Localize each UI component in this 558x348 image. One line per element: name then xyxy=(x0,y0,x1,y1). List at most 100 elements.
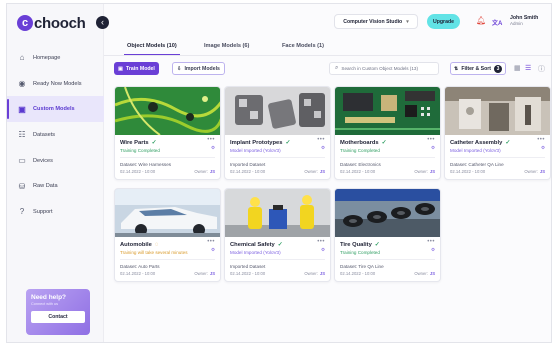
dataset-label: Dataset: Catheter QA Line xyxy=(450,162,504,167)
train-model-label: Train Model xyxy=(126,65,155,72)
check-icon: ✓ xyxy=(277,242,283,248)
sidebar: c chooch ⌂ Homepage ◉ Ready Now Models ▣ Cust… xyxy=(7,4,104,342)
more-options-icon[interactable]: ••• xyxy=(207,137,215,143)
filter-sort-label: Filter & Sort xyxy=(461,65,492,72)
model-type-icon: ⚙ xyxy=(430,247,435,252)
check-icon: ✓ xyxy=(381,140,387,146)
workspace-label: Computer Vision Studio xyxy=(343,18,403,25)
grid-view-icon[interactable]: ▦ xyxy=(514,64,521,72)
model-card[interactable]: Tire Quality ✓ Training Completed ••• ⚙ Datas… xyxy=(334,188,441,282)
sidebar-item-custom-models[interactable]: ▣ Custom Models xyxy=(7,96,104,123)
model-card[interactable]: Chemical Safety ✓ Model Imported (YoloV3) •… xyxy=(224,188,331,282)
dataset-icon: ☷ xyxy=(18,130,26,140)
check-icon: ✓ xyxy=(374,242,380,248)
help-icon: ? xyxy=(19,207,25,217)
collapse-sidebar-icon[interactable]: ‹ xyxy=(96,16,109,29)
model-status: Training Completed xyxy=(340,250,380,255)
sidebar-item-ready-now-models[interactable]: ◉ Ready Now Models xyxy=(7,71,104,97)
help-title: Need help? xyxy=(31,294,67,301)
chevron-down-icon: ▾ xyxy=(406,18,409,25)
model-status: Training will take several minutes xyxy=(120,250,188,255)
tab-object-models[interactable]: Object Models (10) xyxy=(124,43,180,55)
model-card[interactable]: Implant Prototypes ✓ Model Imported (YoloV… xyxy=(224,86,331,180)
owner-avatar: JS xyxy=(319,271,325,276)
owner-label: Owner: xyxy=(194,271,208,276)
model-status: Model Imported (YoloV3) xyxy=(230,250,281,255)
eye-icon: ◉ xyxy=(18,79,26,89)
workspace-selector[interactable]: Computer Vision Studio ▾ xyxy=(334,14,418,29)
model-thumbnail xyxy=(445,87,550,135)
owner-field: Owner: JS xyxy=(524,169,545,174)
owner-avatar: JS xyxy=(429,169,435,174)
more-options-icon[interactable]: ••• xyxy=(207,239,215,245)
dataset-label: Imported Dataset xyxy=(230,162,266,167)
language-icon[interactable]: 文A xyxy=(492,18,502,27)
owner-label: Owner: xyxy=(524,169,538,174)
bell-icon[interactable]: 🔔︎ xyxy=(476,16,486,25)
more-options-icon[interactable]: ••• xyxy=(317,137,325,143)
model-card[interactable]: Catheter Assembly ✓ Model Imported (YoloV3… xyxy=(444,86,551,180)
user-role: Admin xyxy=(510,21,523,26)
sidebar-item-raw-data[interactable]: ⛁ Raw Data xyxy=(7,173,104,199)
model-card[interactable]: Wire Parts ✓ Training Completed ••• ⚙ Dataset… xyxy=(114,86,221,180)
owner-label: Owner: xyxy=(194,169,208,174)
filter-sort-button[interactable]: ⇅ Filter & Sort 3 xyxy=(450,62,506,75)
sidebar-item-datasets[interactable]: ☷ Datasets xyxy=(7,122,104,148)
sidebar-item-label: Raw Data xyxy=(33,183,58,190)
contact-button[interactable]: Contact xyxy=(31,311,85,323)
model-type-icon: ⚙ xyxy=(430,145,435,150)
dataset-label: Imported Dataset xyxy=(230,264,266,269)
search-input[interactable]: ⌕ Search in Custom Object Models (13) xyxy=(329,62,439,75)
search-icon: ⌕ xyxy=(335,65,339,71)
owner-label: Owner: xyxy=(414,271,428,276)
tab-image-models[interactable]: Image Models (6) xyxy=(204,43,249,49)
logo-text: chooch xyxy=(34,14,86,32)
model-tabs: Object Models (10) Image Models (6) Face… xyxy=(104,40,551,56)
model-type-icon: ⚙ xyxy=(320,247,325,252)
more-options-icon[interactable]: ••• xyxy=(317,239,325,245)
sidebar-item-support[interactable]: ? Support xyxy=(7,199,104,225)
owner-field: Owner: JS xyxy=(194,169,215,174)
logo[interactable]: c chooch xyxy=(17,13,86,33)
check-icon: ✓ xyxy=(151,140,157,146)
more-options-icon[interactable]: ••• xyxy=(427,137,435,143)
model-thumbnail xyxy=(335,87,440,135)
info-icon[interactable]: ⓘ xyxy=(538,64,545,74)
upgrade-button[interactable]: Upgrade xyxy=(427,14,460,29)
sidebar-item-label: Ready Now Models xyxy=(33,80,82,87)
sidebar-item-homepage[interactable]: ⌂ Homepage xyxy=(7,45,104,71)
model-name: Implant Prototypes xyxy=(230,139,283,146)
model-type-icon: ⚙ xyxy=(320,145,325,150)
train-model-button[interactable]: ▣ Train Model xyxy=(114,62,159,75)
sidebar-item-label: Devices xyxy=(33,157,53,164)
model-card[interactable]: Motherboards ✓ Training Completed ••• ⚙ Datas… xyxy=(334,86,441,180)
app-window: c chooch ⌂ Homepage ◉ Ready Now Models ▣ Cust… xyxy=(6,3,552,343)
model-date: 02.14.2022 - 10:00 xyxy=(450,169,486,174)
sidebar-item-label: Homepage xyxy=(33,54,61,61)
more-options-icon[interactable]: ••• xyxy=(537,137,545,143)
owner-field: Owner: JS xyxy=(194,271,215,276)
import-models-button[interactable]: ⇩ Import Models xyxy=(172,62,225,75)
check-icon: ✓ xyxy=(505,140,511,146)
list-view-icon[interactable]: ☰ xyxy=(525,64,531,72)
model-status: Training Completed xyxy=(120,148,160,153)
owner-field: Owner: JS xyxy=(304,169,325,174)
dataset-label: Dataset: Wire Harnesses xyxy=(120,162,172,167)
model-status: Model Imported (YoloV3) xyxy=(450,148,501,153)
user-menu[interactable]: John Smith Admin xyxy=(510,15,538,27)
model-thumbnail xyxy=(225,87,330,135)
more-options-icon[interactable]: ••• xyxy=(427,239,435,245)
model-name: Chemical Safety xyxy=(230,241,275,248)
model-thumbnail xyxy=(115,87,220,135)
toolbar: ▣ Train Model ⇩ Import Models ⌕ Search i… xyxy=(104,61,551,77)
model-name: Wire Parts xyxy=(120,139,149,146)
model-name: Tire Quality xyxy=(340,241,372,248)
owner-label: Owner: xyxy=(304,271,318,276)
owner-avatar: JS xyxy=(209,169,215,174)
tab-face-models[interactable]: Face Models (1) xyxy=(282,43,324,49)
model-card[interactable]: Automobile ◌ Training will take several mi… xyxy=(114,188,221,282)
sidebar-item-label: Datasets xyxy=(33,131,56,138)
sidebar-item-devices[interactable]: ▭ Devices xyxy=(7,148,104,174)
import-icon: ⇩ xyxy=(177,65,182,72)
filter-count-badge: 3 xyxy=(494,64,503,73)
